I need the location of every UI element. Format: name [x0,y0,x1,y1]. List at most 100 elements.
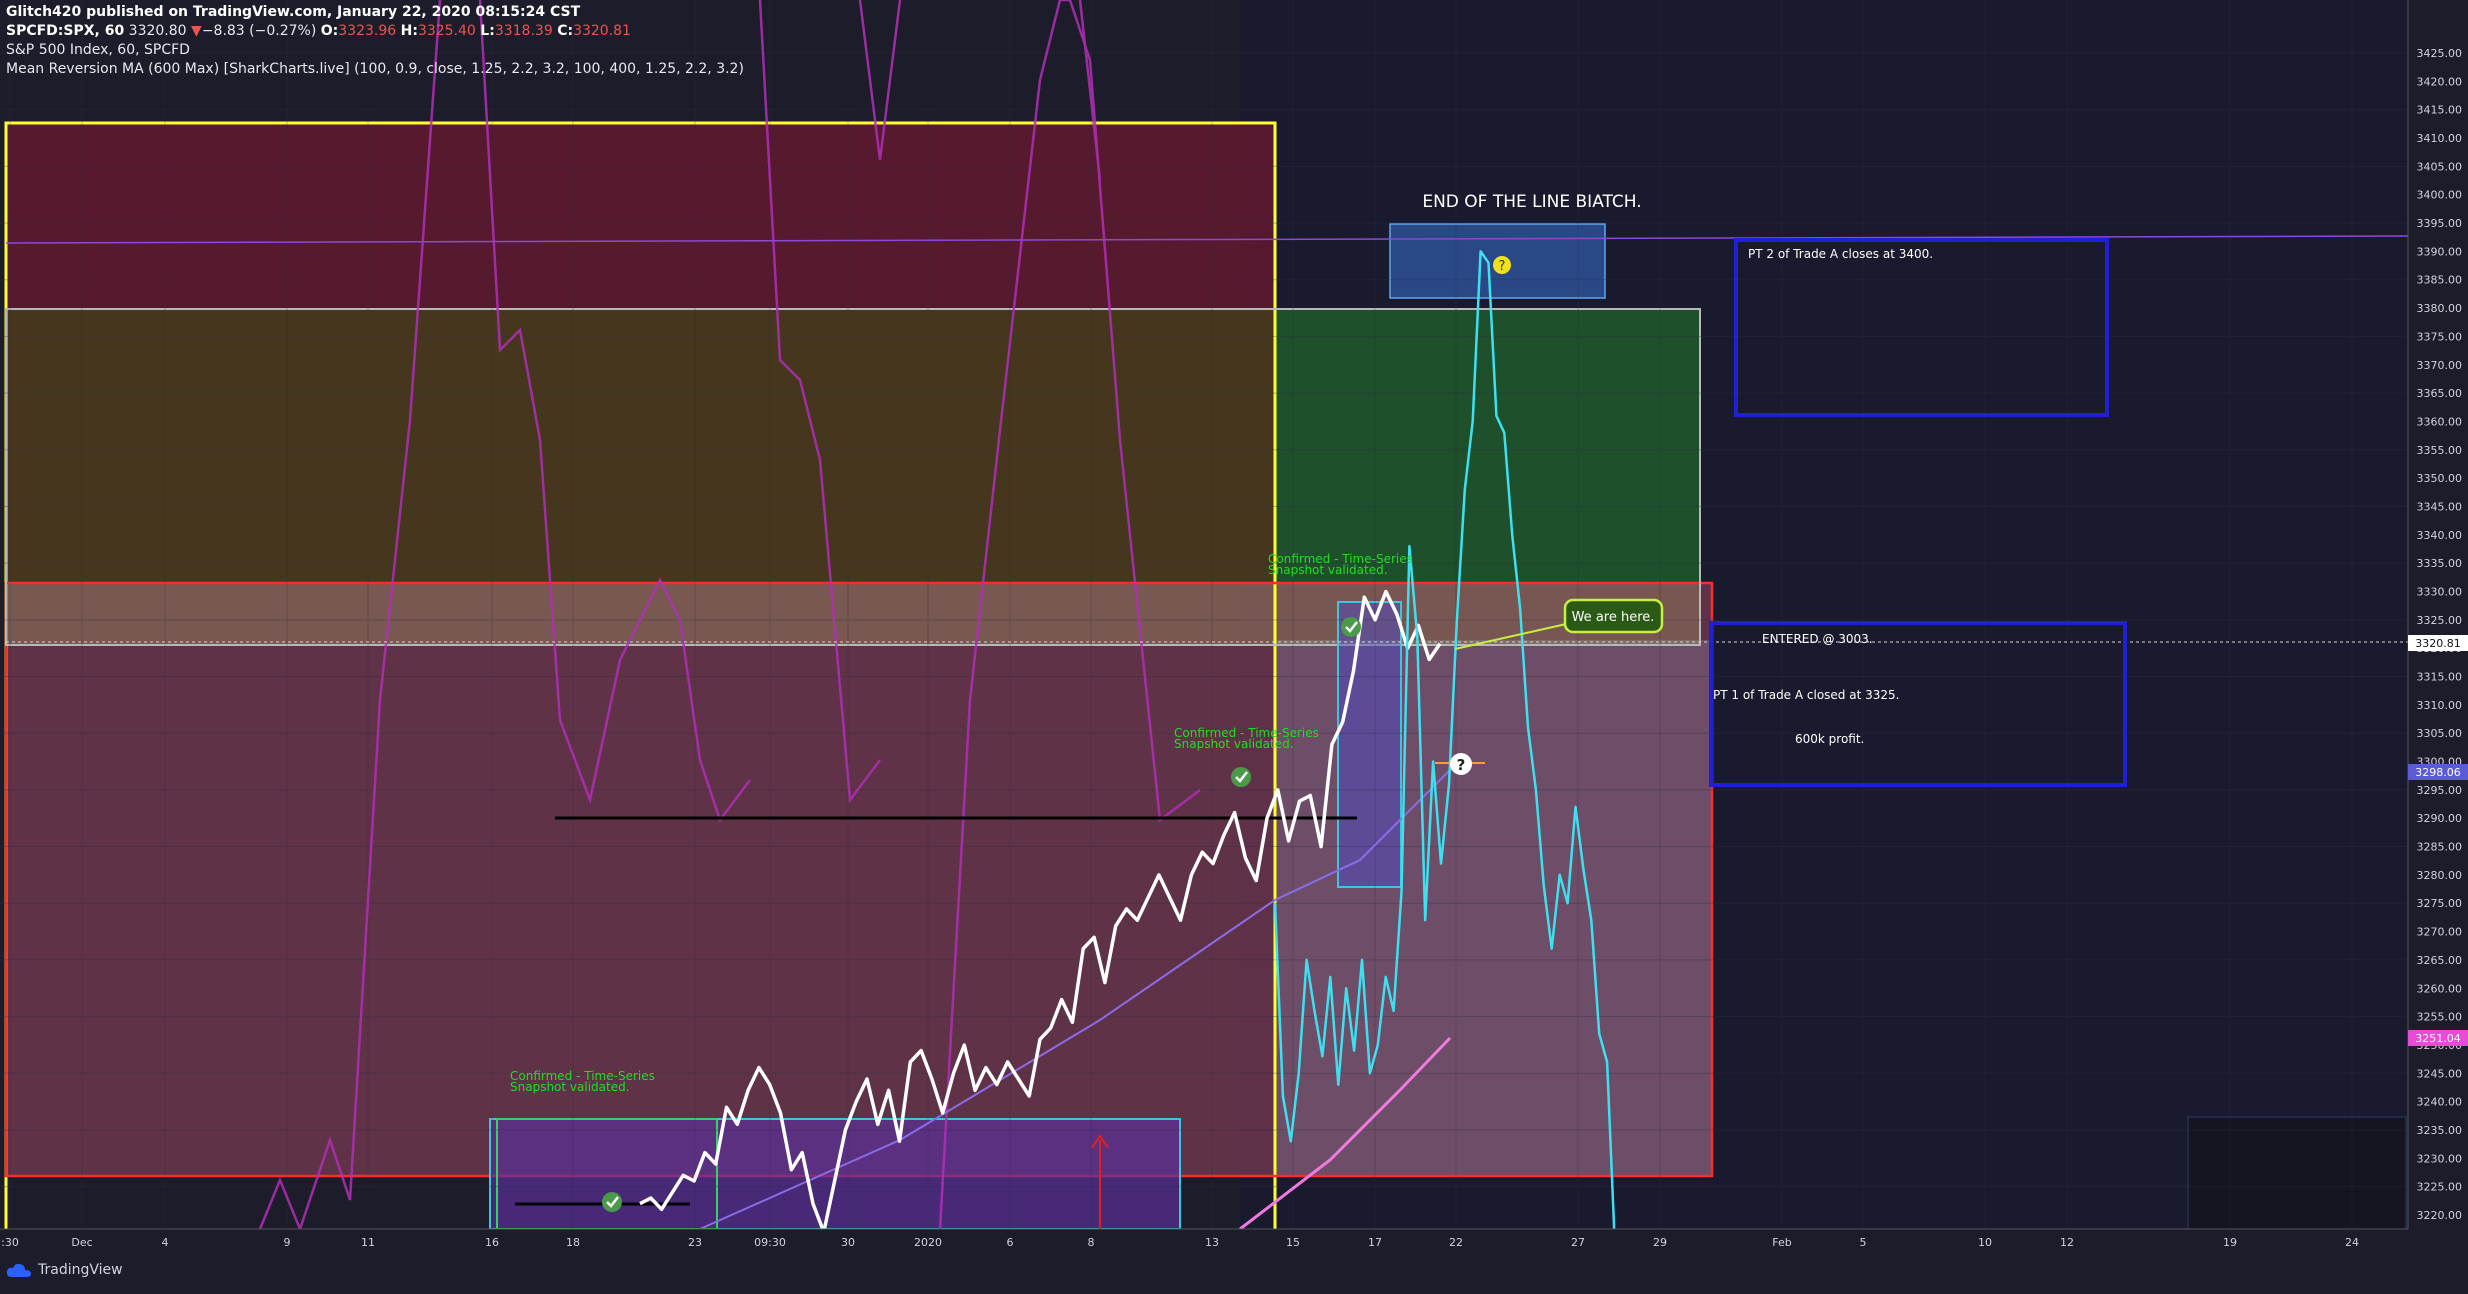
price-tick-label: 3235.00 [2417,1124,2463,1137]
chart-area[interactable]: 3425.00 3420.00 3415.00 3410.00 3405.00 3400.… [0,0,2468,1290]
confirmed-bottom-line2: Snapshot validated. [510,1080,630,1094]
cloud-icon [6,1263,31,1277]
pt1-text: PT 1 of Trade A closed at 3325. [1713,688,1899,702]
price-tick-label: 3220.00 [2417,1209,2463,1222]
price-tick-label: 3425.00 [2417,47,2463,60]
price-tick-label: 3255.00 [2417,1011,2463,1024]
confirmed-mid-line2: Snapshot validated. [1174,737,1294,751]
confirmed-top-line2: Snapshot validated. [1268,563,1388,577]
olive-zone [6,309,1275,584]
price-tick-label: 3230.00 [2417,1152,2463,1165]
time-tick-label: 5 [1860,1236,1867,1249]
price-tick-label: 3370.00 [2417,359,2463,372]
time-tick-label: Feb [1772,1236,1791,1249]
low-label: L: [480,23,495,39]
price-tick-label: 3270.00 [2417,926,2463,939]
last-price: 3320.80 [128,23,187,39]
price-tick-label: 3410.00 [2417,132,2463,145]
time-tick-label: 11 [361,1236,375,1249]
symbol[interactable]: SPCFD:SPX, 60 [6,23,124,39]
open-value: 3323.96 [338,23,397,39]
price-tick-label: 3395.00 [2417,217,2463,230]
time-tick-label: 10 [1978,1236,1992,1249]
price-tick-label: 3290.00 [2417,812,2463,825]
time-tick-label: 8 [1088,1236,1095,1249]
price-tick-label: 3245.00 [2417,1067,2463,1080]
we-are-here-text: We are here. [1572,610,1655,625]
green-zone [1275,309,1700,584]
upper-red-zone [6,123,1275,309]
time-tick-label: 9 [284,1236,291,1249]
bottom-right-box [2187,1116,2407,1230]
question-glyph-yellow: ? [1499,259,1506,274]
entered-text: ENTERED @ 3003. [1762,632,1873,646]
high-value: 3325.40 [417,23,476,39]
badge-ma-upper-label: 3298.06 [2415,766,2461,779]
price-tick-label: 3240.00 [2417,1096,2463,1109]
profit-text: 600k profit. [1795,732,1864,746]
check-icon [602,1192,622,1212]
price-tick-label: 3340.00 [2417,529,2463,542]
down-arrow-icon: ▼ [191,23,202,39]
price-tick-label: 3390.00 [2417,245,2463,258]
question-mark-icon: ? [1450,753,1472,775]
time-tick-label: 24 [2345,1236,2359,1249]
price-tick-label: 3330.00 [2417,585,2463,598]
check-icon [1341,617,1361,637]
price-tick-label: 3310.00 [2417,699,2463,712]
price-tick-label: 3225.00 [2417,1181,2463,1194]
badge-ma-lower-label: 3251.04 [2415,1032,2461,1045]
price-tick-label: 3345.00 [2417,500,2463,513]
time-tick-label: 12 [2060,1236,2074,1249]
price-tick-label: 3415.00 [2417,104,2463,117]
price-tick-label: 3400.00 [2417,189,2463,202]
publisher-text: Glitch420 published on TradingView.com, … [6,4,581,20]
low-value: 3318.39 [494,23,553,39]
quote-line: SPCFD:SPX, 60 3320.80 ▼−8.83 (−0.27%) O:… [6,22,744,41]
price-tick-label: 3335.00 [2417,557,2463,570]
high-label: H: [400,23,418,39]
close-label: C: [557,23,574,39]
time-tick-label: 4 [162,1236,169,1249]
time-tick-label: 17 [1368,1236,1382,1249]
question-glyph-white: ? [1457,756,1466,774]
time-tick-label: 09:30 [754,1236,786,1249]
time-tick-label: 27 [1571,1236,1585,1249]
price-tick-label: 3355.00 [2417,444,2463,457]
publisher-line: Glitch420 published on TradingView.com, … [6,3,744,22]
brand-text: TradingView [38,1262,123,1278]
tradingview-logo[interactable]: TradingView [6,1262,123,1278]
price-tick-label: 3275.00 [2417,897,2463,910]
price-tick-label: 3385.00 [2417,274,2463,287]
indicator-line[interactable]: Mean Reversion MA (600 Max) [SharkCharts… [6,60,744,79]
time-tick-label: Dec [71,1236,92,1249]
question-mark-icon: ? [1493,256,1511,274]
price-tick-label: 3365.00 [2417,387,2463,400]
price-tick-label: 3265.00 [2417,954,2463,967]
badge-current-label: 3320.81 [2415,637,2461,650]
price-chart[interactable]: 3425.00 3420.00 3415.00 3410.00 3405.00 3400.… [0,0,2468,1290]
signal-box [1337,601,1402,888]
price-tick-label: 3315.00 [2417,671,2463,684]
open-label: O: [320,23,339,39]
price-tick-label: 3420.00 [2417,75,2463,88]
time-tick-label: 22 [1449,1236,1463,1249]
time-tick-label: 16 [485,1236,499,1249]
time-tick-label: 30 [841,1236,855,1249]
check-icon [1231,767,1251,787]
instrument-line[interactable]: S&P 500 Index, 60, SPCFD [6,41,744,60]
price-tick-label: 3285.00 [2417,841,2463,854]
time-tick-label: 23 [688,1236,702,1249]
time-tick-label: :30 [1,1236,19,1249]
price-tick-label: 3350.00 [2417,472,2463,485]
price-tick-label: 3280.00 [2417,869,2463,882]
price-tick-label: 3295.00 [2417,784,2463,797]
price-tick-label: 3405.00 [2417,160,2463,173]
end-of-line-text: END OF THE LINE BIATCH. [1422,192,1641,212]
price-tick-label: 3375.00 [2417,330,2463,343]
time-tick-label: 2020 [914,1236,942,1249]
price-tick-label: 3360.00 [2417,415,2463,428]
pt2-text: PT 2 of Trade A closes at 3400. [1748,247,1933,261]
price-tick-label: 3260.00 [2417,982,2463,995]
time-tick-label: 15 [1286,1236,1300,1249]
